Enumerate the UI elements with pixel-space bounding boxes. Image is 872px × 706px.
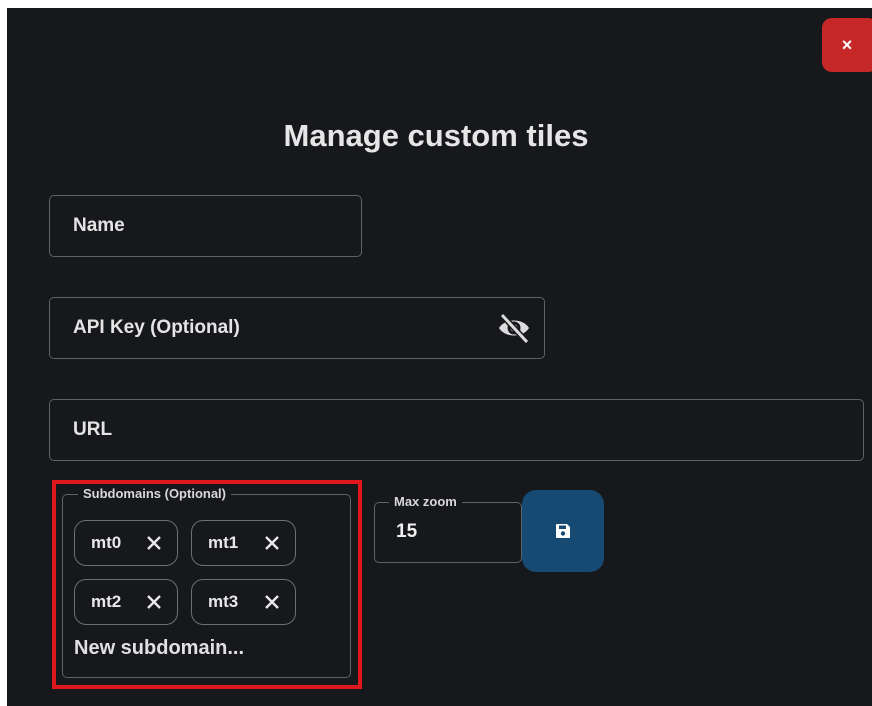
subdomain-chip[interactable]: mt3 [191, 579, 296, 625]
subdomain-chip[interactable]: mt2 [74, 579, 178, 625]
subdomain-chip[interactable]: mt1 [191, 520, 296, 566]
chip-label: mt3 [208, 592, 239, 611]
close-icon[interactable] [263, 593, 281, 611]
max-zoom-field[interactable]: Max zoom 15 [374, 494, 522, 563]
save-button[interactable] [522, 490, 604, 572]
name-field-label: Name [73, 215, 125, 236]
close-icon[interactable] [145, 593, 163, 611]
subdomains-legend: Subdomains (Optional) [78, 486, 231, 501]
name-field[interactable]: Name [49, 195, 362, 257]
chip-label: mt1 [208, 533, 239, 552]
close-icon[interactable] [145, 534, 163, 552]
subdomain-chip[interactable]: mt0 [74, 520, 178, 566]
new-subdomain-input[interactable]: New subdomain... [74, 637, 244, 660]
url-field[interactable]: URL [49, 399, 864, 461]
close-icon: × [841, 34, 853, 55]
max-zoom-legend: Max zoom [389, 494, 462, 509]
api-key-field[interactable]: API Key (Optional) [49, 297, 545, 359]
eye-off-icon[interactable] [496, 310, 532, 346]
close-icon[interactable] [263, 534, 281, 552]
api-key-field-label: API Key (Optional) [73, 317, 240, 338]
dialog-title: Manage custom tiles [283, 118, 589, 153]
subdomains-fieldset: Subdomains (Optional) mt0 mt1 mt2 mt3 Ne… [62, 486, 351, 678]
max-zoom-value[interactable]: 15 [396, 521, 417, 543]
url-field-label: URL [73, 419, 113, 440]
chip-label: mt2 [91, 592, 122, 611]
save-icon [556, 524, 570, 538]
chip-label: mt0 [91, 533, 122, 552]
close-button[interactable]: × [822, 18, 872, 72]
